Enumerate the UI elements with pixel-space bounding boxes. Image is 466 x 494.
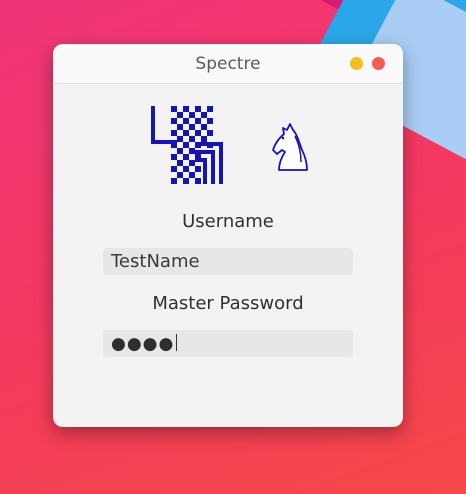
text-caret (176, 334, 178, 351)
close-button[interactable] (372, 57, 385, 70)
username-label: Username (182, 211, 274, 232)
password-masked-value: ●●●● (111, 334, 175, 354)
master-password-field[interactable]: ●●●● (103, 330, 353, 357)
username-value: TestName (111, 251, 200, 272)
app-window: Spectre Username TestName Master Passwor… (53, 44, 403, 427)
master-password-label: Master Password (152, 293, 304, 314)
chessboard-mark-icon (151, 106, 223, 184)
title-bar[interactable]: Spectre (53, 44, 403, 84)
minimize-button[interactable] (350, 57, 363, 70)
chess-knight-icon (272, 123, 308, 171)
spectre-logo (151, 106, 308, 184)
username-field[interactable]: TestName (103, 248, 353, 275)
